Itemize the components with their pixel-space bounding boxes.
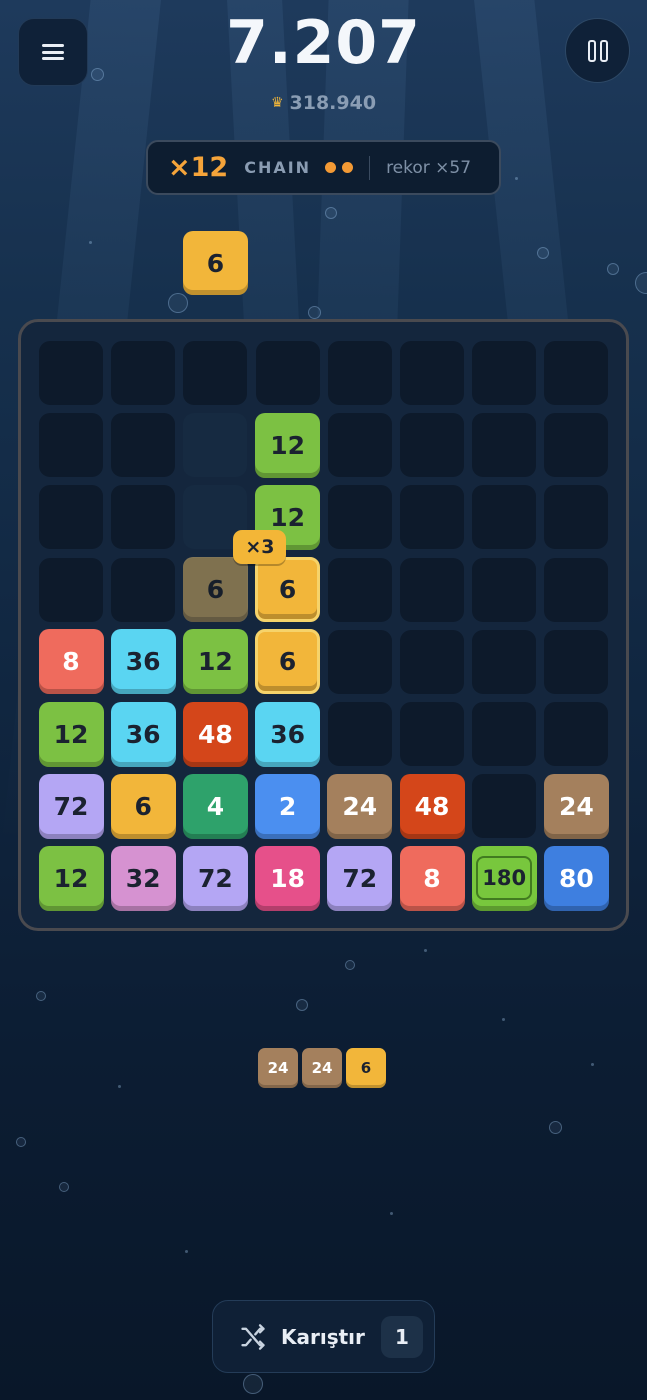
board-cell[interactable] [327,485,392,550]
tile-32[interactable]: 32 [110,845,176,911]
chain-record: rekor ×57 [386,157,472,178]
combo-badge: ×3 [233,529,287,564]
tile-12[interactable]: 12 [182,629,248,695]
board-cell[interactable] [400,629,464,694]
board-cell[interactable] [544,485,609,550]
board-cell[interactable] [544,413,609,478]
board-cell[interactable] [327,629,392,694]
board-cell[interactable] [183,413,248,478]
chain-label: CHAIN [244,158,312,177]
tile-48[interactable]: 48 [182,701,248,767]
tile-2[interactable]: 2 [255,773,321,839]
tile-12[interactable]: 12 [38,701,104,767]
tile-6[interactable]: 6 [255,557,321,623]
next-tile[interactable]: 6 [183,231,248,295]
board-cell[interactable] [400,341,464,405]
tile-24[interactable]: 24 [543,773,609,839]
board-cell[interactable] [472,413,537,478]
board-cell[interactable] [39,557,103,622]
board-cell[interactable] [183,341,248,405]
board-cell[interactable] [327,413,392,478]
shuffle-button[interactable]: Karıştır 1 [212,1300,435,1373]
tile-72[interactable]: 72 [327,845,393,911]
shuffle-count: 1 [380,1315,423,1358]
pause-icon [587,39,596,62]
crown-icon: ♛ [270,95,284,111]
board-cell[interactable] [111,413,176,478]
tile-6[interactable]: 6 [182,557,248,623]
tile-18[interactable]: 18 [255,845,321,911]
chain-dot [342,162,354,173]
tile-36[interactable]: 36 [110,701,176,767]
board-cell[interactable] [472,774,537,839]
board-cell[interactable] [472,557,537,622]
board-cell[interactable] [39,413,103,478]
shuffle-label: Karıştır [281,1324,365,1349]
board-cell[interactable] [472,341,537,405]
game-board[interactable]: 12 12 6 6 8 36 12 6 12 36 48 36 72 6 4 2 24 48 24 12 32 72 18 7… [18,319,629,931]
board-cell[interactable] [544,341,609,405]
upcoming-tiles-queue: 24 24 6 [258,1048,386,1088]
board-cell[interactable] [111,557,176,622]
chain-divider [369,155,371,180]
best-score-value: 318.940 [289,92,377,114]
board-cell[interactable] [111,341,176,405]
tile-8[interactable]: 8 [399,845,465,911]
board-cell[interactable] [400,557,464,622]
board-cell[interactable] [544,557,609,622]
board-cell[interactable] [472,485,537,550]
board-cell[interactable] [544,629,609,694]
tile-24[interactable]: 24 [327,773,393,839]
chain-dot [325,162,337,173]
board-cell[interactable] [111,485,176,550]
board-cell[interactable] [472,702,537,766]
tile-6[interactable]: 6 [110,773,176,839]
tile-12[interactable]: 12 [255,412,321,478]
current-score: 7.207 [226,8,421,78]
queue-tile: 24 [302,1048,342,1088]
board-cell[interactable] [327,557,392,622]
pause-button[interactable] [565,18,630,83]
board-cell[interactable] [472,629,537,694]
board-cell[interactable] [39,485,103,550]
board-cell[interactable] [400,413,464,478]
board-cell[interactable] [400,702,464,766]
queue-tile: 24 [258,1048,298,1088]
board-cell[interactable] [255,341,320,405]
board-cell[interactable] [327,341,392,405]
chain-multiplier: ×12 [168,152,229,183]
queue-tile: 6 [346,1048,386,1088]
tile-12[interactable]: 12 [38,845,104,911]
tile-72[interactable]: 72 [182,845,248,911]
tile-8[interactable]: 8 [38,629,104,695]
tile-36[interactable]: 36 [255,701,321,767]
tile-72[interactable]: 72 [38,773,104,839]
board-cell[interactable] [39,341,103,405]
tile-36[interactable]: 36 [110,629,176,695]
best-score: ♛ 318.940 [0,92,647,114]
tile-4[interactable]: 4 [182,773,248,839]
tile-value: 180 [476,856,533,901]
shuffle-icon [241,1323,265,1350]
board-cell[interactable] [400,485,464,550]
tile-80[interactable]: 80 [543,845,609,911]
board-cell[interactable] [327,702,392,766]
tile-48[interactable]: 48 [399,773,465,839]
tile-180[interactable]: 180 [471,845,537,911]
tile-6[interactable]: 6 [255,629,321,695]
board-cell[interactable] [544,702,609,766]
chain-progress-dots [325,162,354,173]
chain-panel: ×12 CHAIN rekor ×57 [146,140,501,195]
pause-icon-bar [599,39,608,62]
